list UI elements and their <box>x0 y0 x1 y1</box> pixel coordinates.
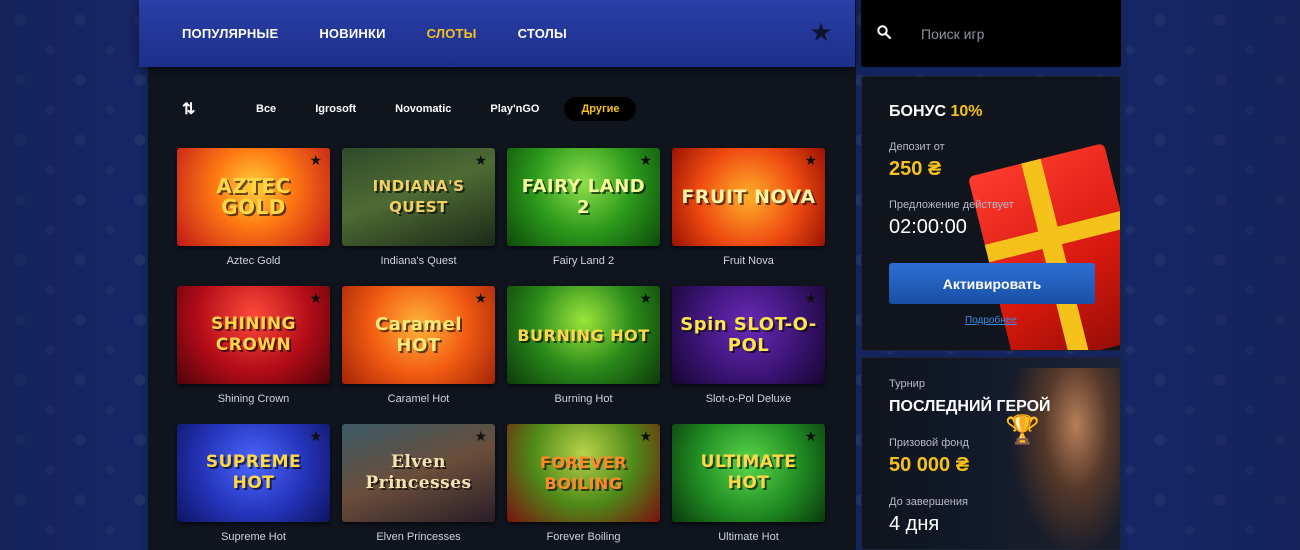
ends-label: До завершения <box>889 496 968 508</box>
game-card[interactable]: FRUIT NOVA ★ Fruit Nova <box>672 148 825 286</box>
game-title: Elven Princesses <box>376 531 461 543</box>
game-logo: INDIANA'S QUEST <box>372 177 465 216</box>
favorite-star-icon[interactable]: ★ <box>804 152 817 169</box>
game-title: Caramel Hot <box>387 393 450 405</box>
search-box <box>861 0 1121 67</box>
game-card[interactable]: ULTIMATE HOT ★ Ultimate Hot <box>672 424 825 550</box>
games-grid: AZTEC GOLD ★ Aztec Gold INDIANA'S QUEST … <box>177 148 827 550</box>
category-nav: Популярные Новинки Слоты Столы ★ <box>139 0 855 67</box>
game-logo: FAIRY LAND 2 <box>521 176 646 218</box>
tab-popular[interactable]: Популярные <box>182 26 278 41</box>
game-title: Slot-o-Pol Deluxe <box>705 393 792 405</box>
game-card[interactable]: FAIRY LAND 2 ★ Fairy Land 2 <box>507 148 660 286</box>
game-card[interactable]: SHINING CROWN ★ Shining Crown <box>177 286 330 424</box>
favorite-star-icon[interactable]: ★ <box>474 152 487 169</box>
game-logo: Caramel HOT <box>374 314 462 356</box>
tab-tables[interactable]: Столы <box>518 26 567 41</box>
bonus-title: Бонус 10% <box>889 103 983 121</box>
game-thumbnail[interactable]: ULTIMATE HOT ★ <box>672 424 825 522</box>
activate-button[interactable]: Активировать <box>889 263 1095 304</box>
bonus-card: Бонус 10% Депозит от 250 ₴ Предложение д… <box>861 76 1121 351</box>
search-input[interactable] <box>921 25 1101 42</box>
favorite-star-icon[interactable]: ★ <box>639 152 652 169</box>
game-thumbnail[interactable]: INDIANA'S QUEST ★ <box>342 148 495 246</box>
tab-slots[interactable]: Слоты <box>427 26 477 41</box>
favorite-star-icon[interactable]: ★ <box>474 428 487 445</box>
prize-value: 50 000 ₴ <box>889 454 970 476</box>
favorite-star-icon[interactable]: ★ <box>804 290 817 307</box>
game-card[interactable]: INDIANA'S QUEST ★ Indiana's Quest <box>342 148 495 286</box>
game-title: Burning Hot <box>554 393 613 405</box>
prize-label: Призовой фонд <box>889 437 969 449</box>
offer-label: Предложение действует <box>889 199 1014 211</box>
hero-image <box>1010 368 1120 549</box>
game-title: Forever Boiling <box>546 531 621 543</box>
game-card[interactable]: AZTEC GOLD ★ Aztec Gold <box>177 148 330 286</box>
game-thumbnail[interactable]: Spin SLOT-O-POL ★ <box>672 286 825 384</box>
filter-all[interactable]: Все <box>242 97 290 121</box>
offer-timer: 02:00:00 <box>889 216 967 238</box>
search-icon[interactable] <box>877 24 895 43</box>
game-logo: Elven Princesses <box>365 452 472 493</box>
favorite-star-icon[interactable]: ★ <box>639 428 652 445</box>
game-thumbnail[interactable]: Caramel HOT ★ <box>342 286 495 384</box>
provider-filters: ⇅ Все Igrosoft Novomatic Play'nGO Другие <box>182 96 647 122</box>
game-title: Fruit Nova <box>723 255 774 267</box>
game-logo: SUPREME HOT <box>205 452 302 493</box>
game-logo: FRUIT NOVA <box>681 185 816 208</box>
game-title: Indiana's Quest <box>380 255 457 267</box>
game-card[interactable]: Elven Princesses ★ Elven Princesses <box>342 424 495 550</box>
game-thumbnail[interactable]: SHINING CROWN ★ <box>177 286 330 384</box>
background-pattern-left <box>0 0 140 550</box>
favorite-star-icon[interactable]: ★ <box>639 290 652 307</box>
ends-value: 4 дня <box>889 513 940 535</box>
more-link[interactable]: Подробнее <box>965 315 1017 326</box>
game-logo: ULTIMATE HOT <box>700 452 797 493</box>
game-card[interactable]: FOREVER BOILING ★ Forever Boiling <box>507 424 660 550</box>
game-logo: FOREVER BOILING <box>540 453 627 493</box>
sort-icon[interactable]: ⇅ <box>182 99 202 119</box>
favorite-star-icon[interactable]: ★ <box>309 428 322 445</box>
game-card[interactable]: BURNING HOT ★ Burning Hot <box>507 286 660 424</box>
game-logo: BURNING HOT <box>517 325 650 345</box>
game-title: Shining Crown <box>217 393 290 405</box>
favorite-star-icon[interactable]: ★ <box>804 428 817 445</box>
game-card[interactable]: Spin SLOT-O-POL ★ Slot-o-Pol Deluxe <box>672 286 825 424</box>
tournament-title: Последний герой <box>889 398 1051 415</box>
favorites-star-icon[interactable]: ★ <box>809 19 833 45</box>
filter-other[interactable]: Другие <box>564 97 637 121</box>
game-thumbnail[interactable]: Elven Princesses ★ <box>342 424 495 522</box>
deposit-value: 250 ₴ <box>889 158 942 180</box>
game-thumbnail[interactable]: FAIRY LAND 2 ★ <box>507 148 660 246</box>
deposit-label: Депозит от <box>889 141 945 153</box>
game-logo: Spin SLOT-O-POL <box>680 314 817 356</box>
background-pattern-right <box>1128 0 1300 550</box>
filter-playngo[interactable]: Play'nGO <box>476 97 553 121</box>
game-card[interactable]: Caramel HOT ★ Caramel Hot <box>342 286 495 424</box>
game-title: Fairy Land 2 <box>552 255 615 267</box>
bonus-percent: 10% <box>950 103 983 120</box>
favorite-star-icon[interactable]: ★ <box>309 290 322 307</box>
game-title: Supreme Hot <box>221 531 286 543</box>
tournament-card: 🏆 Турнир Последний герой Призовой фонд 5… <box>861 357 1121 550</box>
favorite-star-icon[interactable]: ★ <box>474 290 487 307</box>
tournament-kicker: Турнир <box>889 378 925 390</box>
favorite-star-icon[interactable]: ★ <box>309 152 322 169</box>
game-thumbnail[interactable]: AZTEC GOLD ★ <box>177 148 330 246</box>
bonus-title-text: Бонус <box>889 103 947 120</box>
game-logo: AZTEC GOLD <box>216 174 291 219</box>
filter-igrosoft[interactable]: Igrosoft <box>301 97 370 121</box>
game-card[interactable]: SUPREME HOT ★ Supreme Hot <box>177 424 330 550</box>
game-logo: SHINING CROWN <box>210 314 297 355</box>
game-thumbnail[interactable]: FRUIT NOVA ★ <box>672 148 825 246</box>
game-thumbnail[interactable]: BURNING HOT ★ <box>507 286 660 384</box>
game-thumbnail[interactable]: FOREVER BOILING ★ <box>507 424 660 522</box>
game-title: Aztec Gold <box>226 255 281 267</box>
game-title: Ultimate Hot <box>718 531 779 543</box>
game-thumbnail[interactable]: SUPREME HOT ★ <box>177 424 330 522</box>
filter-novomatic[interactable]: Novomatic <box>381 97 465 121</box>
trophy-icon: 🏆 <box>1005 414 1040 445</box>
tab-new[interactable]: Новинки <box>319 26 385 41</box>
